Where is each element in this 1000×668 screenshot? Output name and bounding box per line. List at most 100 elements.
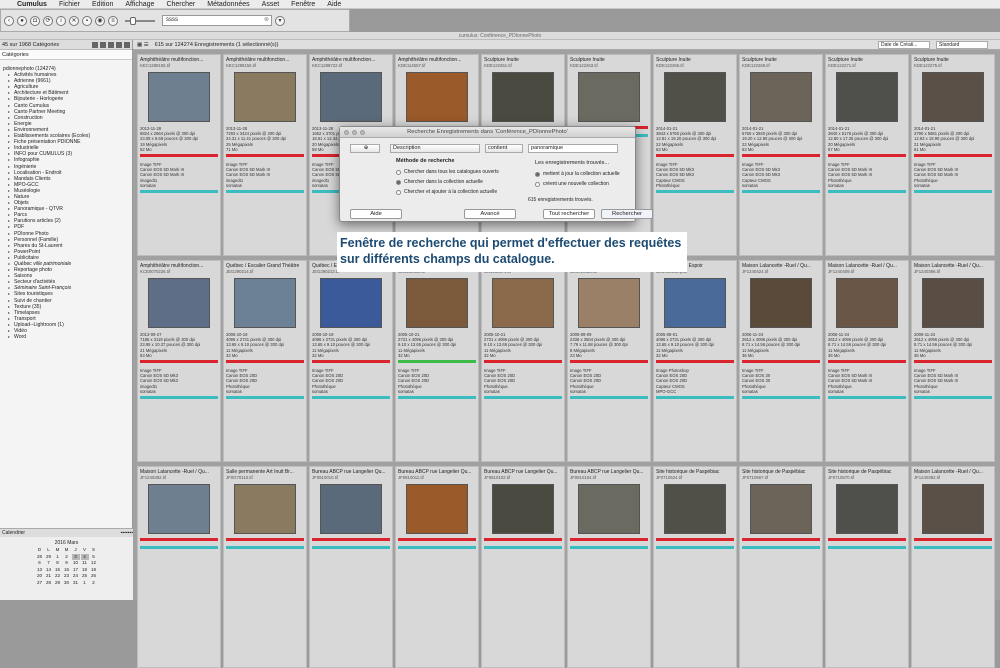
record-card[interactable]: Bureau ABCP rue Langelier Qu... JF0810011… [395,466,479,668]
status-bar [484,396,562,400]
menu-fenetre[interactable]: Fenêtre [291,1,315,8]
lock-icon[interactable]: ▪ [82,15,92,26]
menu-icon[interactable] [124,41,130,48]
record-card[interactable]: Sculpture Inuite KDE122266.tif 2014-01-21 3… [653,54,737,256]
record-card[interactable]: Amphithéâtre multifonction... KCE0070226.… [137,260,221,462]
record-card[interactable]: Québec / Escalier Grand Théâtre JEG290214… [223,260,307,462]
view-toggle-icon[interactable]: ▦ ☰ [137,42,149,48]
record-card[interactable]: Amphithéâtre multifonction... KEC1288156.… [223,54,307,256]
record-card[interactable]: Maison Lalancette -Ruel / Qu... JF1240424… [739,260,823,462]
camera-icon[interactable]: ◘ [30,15,40,26]
preview-icon[interactable]: ◉ [95,15,105,26]
record-card[interactable]: Bureau ABCP rue Langelier Qu... JF0810104… [567,466,651,668]
record-card[interactable]: Québec / Escalier Grand ThéâtreJEG290213… [309,260,393,462]
found-option-update[interactable]: mettent à jour la collection actuelle [535,171,620,177]
record-card[interactable]: Site historique de Paspébiac JF0710567.ti… [739,466,823,668]
calendar-month: 2016 Mars [54,540,79,546]
star-icon[interactable] [92,41,98,48]
calendar-day[interactable]: 1 [81,580,89,587]
zoom-window-icon[interactable] [360,130,365,135]
calendar-day[interactable]: 30 [63,580,71,587]
rating-bar [742,538,820,541]
record-card[interactable]: Sculpture Inuite KDE122271.tif 2014-01-21 3… [825,54,909,256]
info-icon[interactable]: i [56,15,66,26]
record-meta: 32 Mo [484,352,496,358]
record-card[interactable]: Site historique de Paspébiac JF0710570.ti… [825,466,909,668]
record-card[interactable]: Maison Lalancette -Ruel / Qu... JF1240396… [911,260,995,462]
calendar-day[interactable]: 31 [72,580,80,587]
calendar-day[interactable]: 28 [45,580,53,587]
back-icon[interactable]: ‹ [4,15,14,26]
field-select[interactable]: Description [390,144,480,153]
record-card[interactable]: Maison Lalancette -Ruel / Qu... JF1240392… [911,466,995,668]
menu-app[interactable]: Cumulus [17,1,47,8]
delete-icon[interactable]: ✕ [69,15,79,26]
record-card[interactable]: Salle permanente Art Inuit Br... JF0G7011… [223,466,307,668]
sort-select[interactable]: Date de Créati... [878,41,930,49]
record-meta: 36 Mo [742,352,754,358]
find-all-button[interactable]: Tout rechercher [543,209,595,219]
category-item[interactable]: Word [2,334,132,340]
menu-aide[interactable]: Aide [327,1,341,8]
stack-icon[interactable]: ≡ [108,15,118,26]
record-card[interactable]: Sculpture Inuite KDE122275.tif 2014-01-21 3… [911,54,995,256]
thumbnail-size-slider[interactable] [125,16,155,25]
record-card[interactable]: EBC / CHSLD Bodreaux-Cartin...JEG090523.… [567,260,651,462]
radio-icon[interactable] [535,181,540,187]
record-camera-info: Photothèque [656,182,680,188]
menu-asset[interactable]: Asset [262,1,280,8]
record-thumbnail [406,484,468,534]
radio-icon[interactable] [396,189,401,195]
records-pane: ▦ ☰ 615 sur 124274 Enregistrements (1 sé… [133,40,1000,668]
close-window-icon[interactable] [344,130,349,135]
record-card[interactable]: Bureau ABCP rue Langelier Qu... JF0810010… [309,466,393,668]
record-card[interactable]: NGCC Cap D' EspoirJEG010215.psd2005-08-0… [653,260,737,462]
record-card[interactable]: Bureau ABCP rue Langelier Qu... JF0810102… [481,466,565,668]
sync-icon[interactable]: ⟳ [43,15,53,26]
clear-search-icon[interactable]: ⊗ [264,16,269,25]
operator-select[interactable]: contient [485,144,523,153]
help-button[interactable]: Aide [350,209,402,219]
method-option-add-to-collection[interactable]: Chercher et ajouter à la collection actu… [396,189,497,195]
value-input[interactable]: panoramique [528,144,618,153]
calendar-day[interactable]: 2 [90,580,98,587]
method-option-current-collection[interactable]: Chercher dans la collection actuelle [396,179,483,185]
new-category-icon[interactable] [100,41,106,48]
menu-metadonnees[interactable]: Métadonnées [207,1,249,8]
advanced-button[interactable]: Avancé [464,209,516,219]
radio-selected-icon[interactable] [396,179,401,185]
record-card[interactable]: Site historique de Paspébiac JF0710524.ti… [653,466,737,668]
radio-selected-icon[interactable] [535,171,540,177]
menu-affichage[interactable]: Affichage [125,1,154,8]
add-criteria-button[interactable]: ⊕ [350,144,380,153]
rating-bar [484,360,562,364]
record-filename: JF1240392.tif [140,475,167,480]
minimize-window-icon[interactable] [352,130,357,135]
menu-edition[interactable]: Edition [92,1,113,8]
search-input[interactable]: ssss ⊗ [162,15,272,26]
find-button[interactable]: Rechercher [601,209,653,219]
categories-select[interactable]: Catégories [0,50,132,60]
record-card[interactable]: Sculpture Inuite KDE122269.tif 2014-01-21 5… [739,54,823,256]
record-card[interactable]: Beauce / Poste frontalier Ar...JEG210371… [481,260,565,462]
calendar-tools[interactable]: ▪▪▪▪▪▪▪ [121,529,133,537]
record-icon[interactable]: ● [17,15,27,26]
settings-icon[interactable] [116,41,122,48]
record-card[interactable]: Beauce / Pont Perrault / Po...JEG210510.… [395,260,479,462]
radio-icon[interactable] [396,169,401,175]
method-option-all-catalogs[interactable]: Chercher dans tous les catalogues ouvert… [396,169,499,175]
record-card[interactable]: Maison Lalancette -Ruel / Qu... JF1240392… [137,466,221,668]
found-option-new-collection[interactable]: créent une nouvelle collection [535,181,609,187]
calendar-day[interactable]: 27 [36,580,44,587]
status-bar [742,546,820,549]
toolbar: ‹ ● ◘ ⟳ i ✕ ▪ ◉ ≡ ssss ⊗ ▾ [0,9,350,32]
menu-fichier[interactable]: Fichier [59,1,80,8]
slider-knob[interactable] [130,16,136,25]
record-card[interactable]: Maison Lalancette -Ruel / Qu... JF1240409… [825,260,909,462]
view-select[interactable]: Standard [936,41,988,49]
delete-category-icon[interactable] [108,41,114,48]
record-card[interactable]: Amphithéâtre multifonction... KEC1288155.… [137,54,221,256]
menu-chercher[interactable]: Chercher [166,1,195,8]
calendar-day[interactable]: 29 [54,580,62,587]
search-options-icon[interactable]: ▾ [275,15,285,26]
